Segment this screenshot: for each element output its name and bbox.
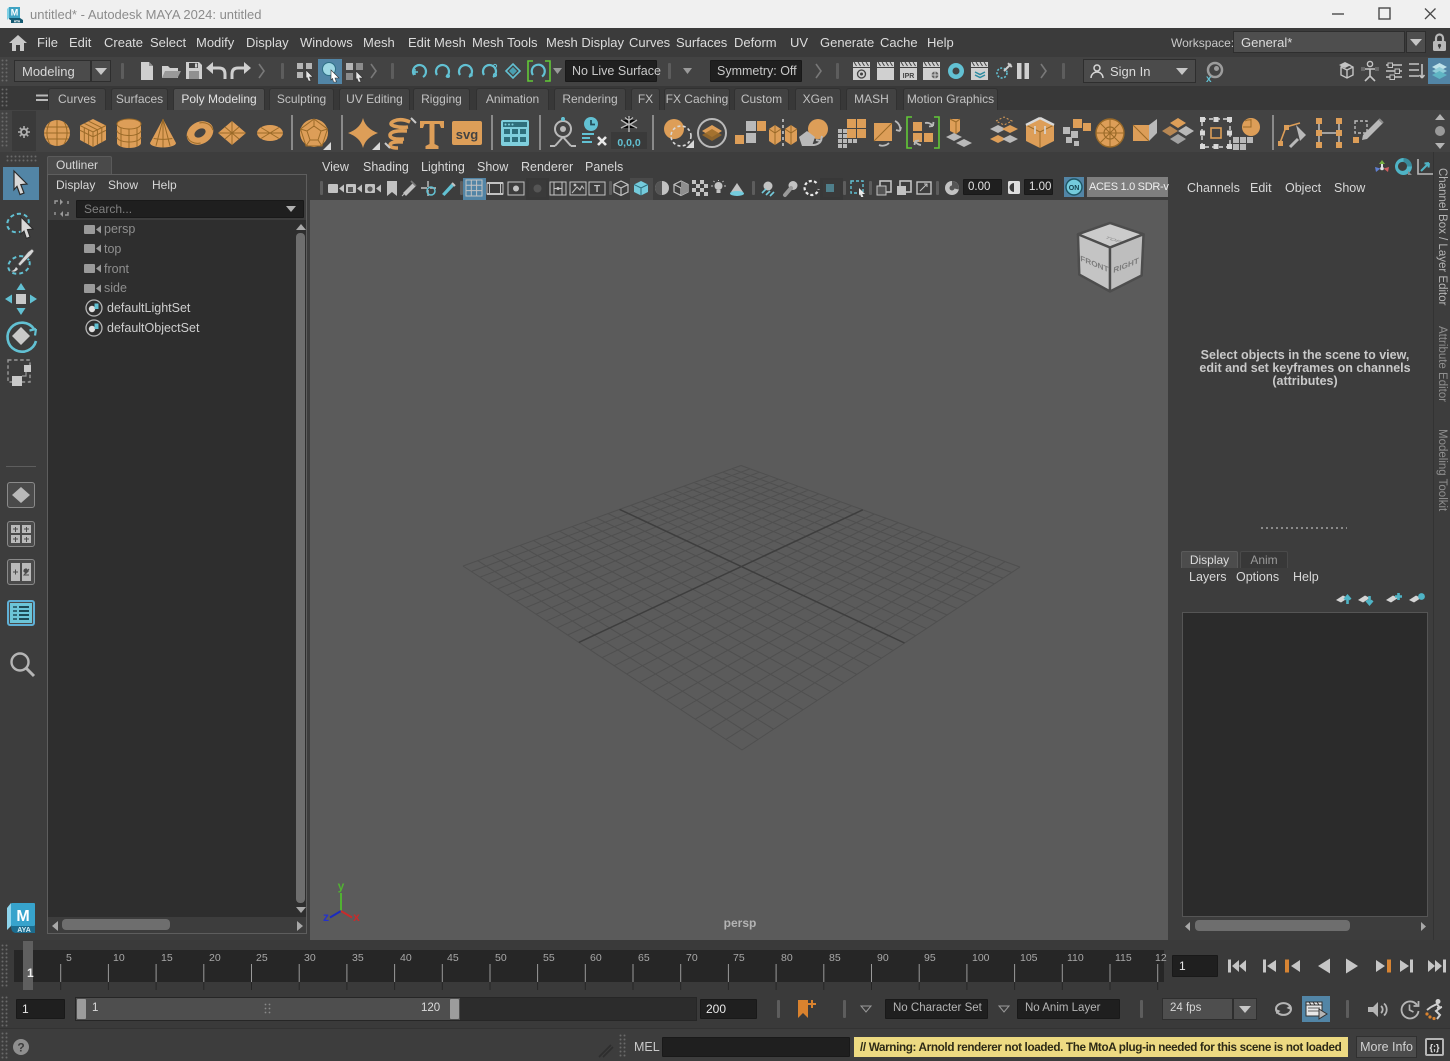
svg-text:?: ? xyxy=(17,1041,24,1055)
svg-text:{;}: {;} xyxy=(1429,1043,1439,1053)
